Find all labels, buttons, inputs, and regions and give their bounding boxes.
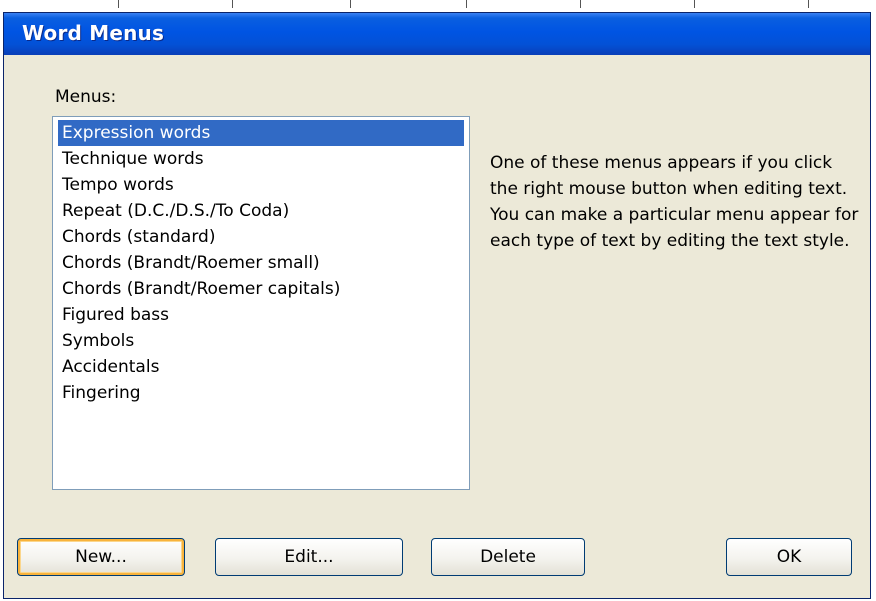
edit-button[interactable]: Edit... <box>215 538 403 576</box>
edge-tick <box>466 0 467 8</box>
edge-tick <box>808 0 809 8</box>
menu-list-item[interactable]: Repeat (D.C./D.S./To Coda) <box>58 198 464 224</box>
menu-list-item[interactable]: Figured bass <box>58 302 464 328</box>
menu-list-item[interactable]: Chords (standard) <box>58 224 464 250</box>
menu-list-item[interactable]: Chords (Brandt/Roemer capitals) <box>58 276 464 302</box>
edge-tick <box>580 0 581 8</box>
help-description: One of these menus appears if you click … <box>490 153 859 251</box>
background-window-edge <box>0 0 876 12</box>
edge-tick <box>350 0 351 8</box>
menu-list-item[interactable]: Technique words <box>58 146 464 172</box>
edge-tick <box>232 0 233 8</box>
menu-list-item[interactable]: Tempo words <box>58 172 464 198</box>
new-button[interactable]: New... <box>17 538 185 576</box>
ok-button[interactable]: OK <box>726 538 852 576</box>
menus-label: Menus: <box>55 87 117 107</box>
delete-button[interactable]: Delete <box>431 538 585 576</box>
word-menus-dialog: Word Menus Menus: Expression words Techni… <box>3 12 871 599</box>
edge-tick <box>694 0 695 8</box>
menus-listbox[interactable]: Expression words Technique words Tempo wor… <box>52 116 470 490</box>
menu-list-item[interactable]: Symbols <box>58 328 464 354</box>
title-bar[interactable]: Word Menus <box>4 13 870 55</box>
menu-list-item[interactable]: Fingering <box>58 380 464 406</box>
menu-list-item[interactable]: Chords (Brandt/Roemer small) <box>58 250 464 276</box>
edge-tick <box>118 0 119 8</box>
dialog-title: Word Menus <box>22 21 165 45</box>
menu-list-item[interactable]: Accidentals <box>58 354 464 380</box>
menu-list-item[interactable]: Expression words <box>58 120 464 146</box>
